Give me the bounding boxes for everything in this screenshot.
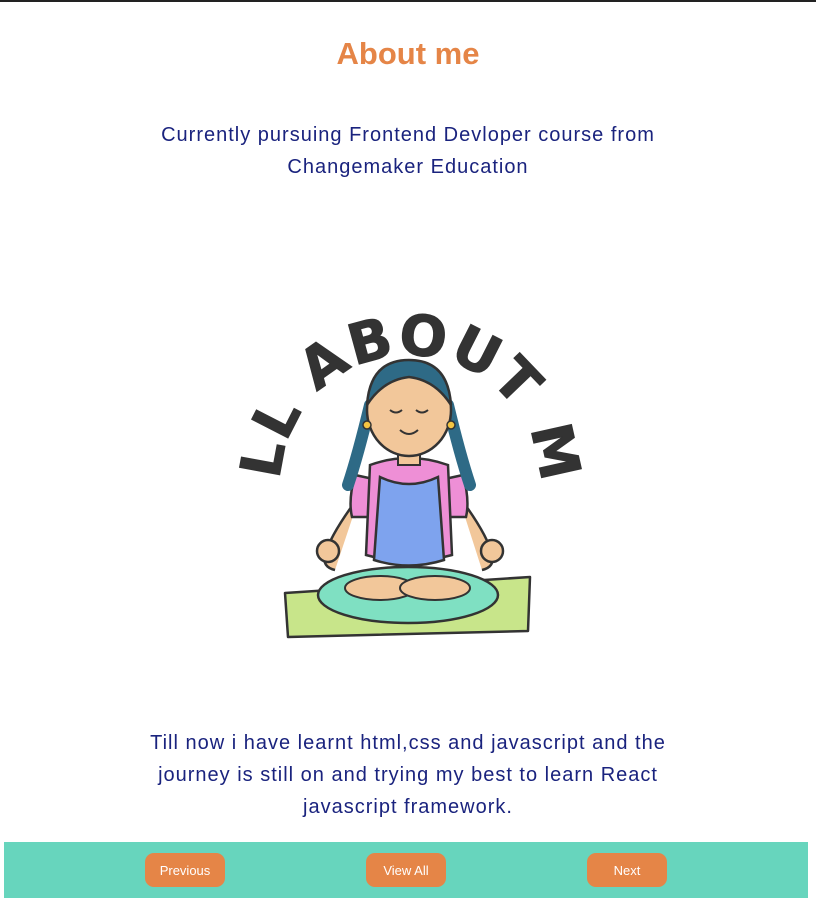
page-title: About me	[336, 36, 480, 71]
footer-nav: Previous View All Next	[4, 842, 808, 898]
next-button[interactable]: Next	[587, 853, 667, 887]
progress-text: Till now i have learnt html,css and java…	[150, 732, 666, 818]
top-divider	[0, 0, 816, 2]
all-about-me-illustration: ALL ABOUT ME	[207, 204, 591, 655]
view-all-button[interactable]: View All	[366, 853, 446, 887]
intro-text: Currently pursuing Frontend Devloper cou…	[161, 124, 655, 178]
about-page: About me Currently pursuing Frontend Dev…	[0, 0, 816, 902]
previous-button[interactable]: Previous	[145, 853, 225, 887]
